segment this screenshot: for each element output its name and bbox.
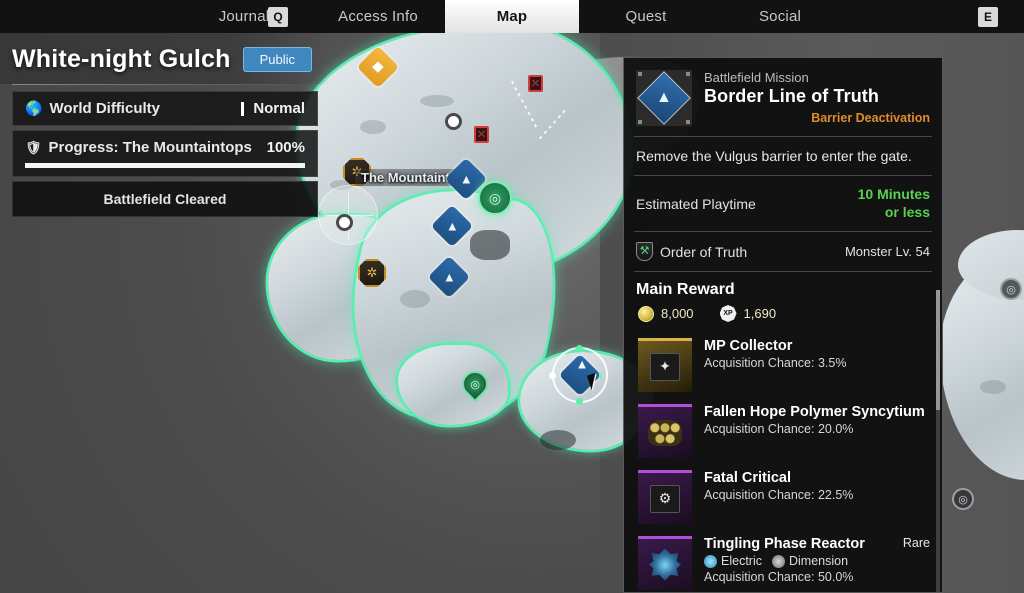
game-screen: ◆ ⛌ ⛌ ✲ The Mountaintops ▲ ◎ ▲ ✲ ▲ ◎ ◎ ◎…	[0, 0, 1024, 593]
zone-title-row: White-night Gulch Public	[0, 33, 330, 84]
mission-description: Remove the Vulgus barrier to enter the g…	[636, 148, 912, 164]
map-marker-gate-north[interactable]: ⛌	[528, 75, 543, 92]
reward-item-chance: Acquisition Chance: 3.5%	[704, 356, 847, 370]
reward-item-tags: Electric Dimension	[704, 554, 930, 568]
map-island-southwest	[398, 345, 508, 425]
monster-level: Monster Lv. 54	[844, 244, 930, 259]
world-difficulty-value: Normal	[253, 100, 305, 117]
gold-reward: 8,000	[638, 305, 694, 322]
playtime-line-2: or less	[884, 203, 930, 220]
map-marker-far-east-south[interactable]: ◎	[952, 488, 974, 510]
difficulty-tick-icon	[241, 101, 245, 116]
electric-icon	[704, 554, 717, 568]
top-tab-bar: Q Journal Access Info Map Quest Social E	[0, 0, 1024, 33]
xp-icon: XP	[719, 305, 737, 322]
world-difficulty-label: World Difficulty	[49, 100, 160, 117]
tag-electric-label: Electric	[721, 554, 762, 568]
reward-item-thumbnail: ⚙	[638, 470, 692, 524]
shield-icon: 🛡	[25, 139, 42, 155]
faction-label-group: ⚒ Order of Truth	[636, 242, 747, 261]
reward-item-chance: Acquisition Chance: 50.0%	[704, 570, 854, 584]
reward-item-name: MP Collector	[704, 338, 793, 354]
map-marker-gate-south[interactable]: ⛌	[474, 126, 489, 143]
map-marker-waypoint-north[interactable]	[445, 113, 462, 130]
polymer-syncytium-icon	[648, 419, 682, 446]
map-marker-waypoint-west[interactable]	[336, 214, 353, 231]
xp-amount: 1,690	[743, 306, 777, 321]
reward-item-chance: Acquisition Chance: 20.0%	[704, 422, 854, 436]
prev-tab-key-badge[interactable]: Q	[268, 7, 288, 27]
reward-item-rarity: Rare	[902, 536, 930, 550]
mission-kicker: Battlefield Mission	[704, 70, 809, 85]
reward-list-scrollbar[interactable]	[936, 290, 940, 592]
faction-shield-icon: ⚒	[636, 242, 653, 261]
tag-dimension: Dimension	[771, 554, 849, 568]
tab-quest[interactable]: Quest	[579, 0, 713, 33]
status-badge: Battlefield Cleared	[12, 181, 318, 217]
reward-item-name: Fallen Hope Polymer Syncytium	[704, 404, 925, 420]
reward-item-name: Fatal Critical	[704, 470, 792, 486]
mission-type-icon: ▲	[636, 70, 692, 126]
estimated-playtime-label: Estimated Playtime	[636, 195, 756, 212]
reward-item-thumbnail	[638, 536, 692, 590]
map-marker-resource-south[interactable]: ✲	[358, 259, 386, 287]
zone-access-badge[interactable]: Public	[242, 47, 313, 72]
battlefield-mission-diamond-icon: ▲	[637, 71, 691, 125]
fatal-critical-glyph-icon: ⚙	[650, 484, 680, 513]
gold-coin-icon	[638, 305, 654, 322]
reward-item-chance: Acquisition Chance: 22.5%	[704, 488, 854, 502]
gold-amount: 8,000	[661, 306, 694, 321]
reward-item-row[interactable]: Tingling Phase Reactor Rare Electric Dim…	[624, 530, 942, 592]
playtime-line-1: 10 Minutes	[857, 186, 930, 202]
reward-item-name: Tingling Phase Reactor	[704, 536, 865, 552]
progress-label: Progress: The Mountaintops	[48, 139, 252, 156]
map-marker-stronghold[interactable]: ◎	[478, 181, 512, 215]
estimated-playtime-row: Estimated Playtime 10 Minutes or less	[624, 176, 942, 231]
reward-item-thumbnail: ✦	[638, 338, 692, 392]
world-difficulty-value-group: Normal	[241, 100, 305, 117]
zone-info-panel: White-night Gulch Public 🌎 World Difficu…	[0, 33, 330, 217]
world-difficulty-box[interactable]: 🌎 World Difficulty Normal	[12, 91, 318, 126]
progress-bar-fill	[25, 163, 305, 168]
faction-name: Order of Truth	[660, 243, 748, 260]
reward-item-row[interactable]: ✦ MP Collector Acquisition Chance: 3.5%	[624, 332, 942, 398]
currency-rewards: 8,000 XP 1,690	[624, 305, 942, 332]
tag-dimension-label: Dimension	[788, 554, 849, 568]
estimated-playtime-value: 10 Minutes or less	[858, 186, 930, 221]
mission-title: Border Line of Truth	[704, 86, 879, 106]
phase-reactor-icon	[649, 548, 681, 581]
world-difficulty-label-group: 🌎 World Difficulty	[25, 100, 160, 117]
tab-social[interactable]: Social	[713, 0, 847, 33]
mission-detail-panel[interactable]: ▲ Battlefield Mission Border Line of Tru…	[623, 57, 943, 593]
map-marker-far-east-north[interactable]: ◎	[1000, 278, 1022, 300]
tab-map[interactable]: Map	[445, 0, 579, 33]
progress-value: 100%	[266, 139, 305, 156]
main-reward-heading: Main Reward	[636, 281, 735, 298]
tag-electric: Electric	[704, 554, 762, 568]
title-divider	[12, 84, 318, 85]
reward-item-row[interactable]: ⚙ Fatal Critical Acquisition Chance: 22.…	[624, 464, 942, 530]
tab-access-info[interactable]: Access Info	[311, 0, 445, 33]
progress-label-group: 🛡 Progress: The Mountaintops	[25, 139, 252, 156]
faction-row: ⚒ Order of Truth Monster Lv. 54	[624, 232, 942, 271]
mission-objective-type: Barrier Deactivation	[811, 111, 930, 125]
next-tab-key-badge[interactable]: E	[978, 7, 998, 27]
reward-item-row[interactable]: Fallen Hope Polymer Syncytium Acquisitio…	[624, 398, 942, 464]
mp-collector-glyph-icon: ✦	[650, 352, 680, 381]
progress-bar-track	[25, 163, 305, 168]
reward-item-thumbnail	[638, 404, 692, 458]
tab-journal[interactable]: Journal	[177, 0, 311, 33]
reward-list-scrollbar-thumb[interactable]	[936, 290, 940, 410]
globe-icon: 🌎	[25, 100, 43, 116]
mission-header: ▲ Battlefield Mission Border Line of Tru…	[624, 58, 942, 136]
page-title: White-night Gulch	[12, 45, 231, 73]
xp-reward: XP 1,690	[719, 305, 777, 322]
dimension-icon	[771, 554, 785, 568]
progress-box[interactable]: 🛡 Progress: The Mountaintops 100%	[12, 130, 318, 177]
